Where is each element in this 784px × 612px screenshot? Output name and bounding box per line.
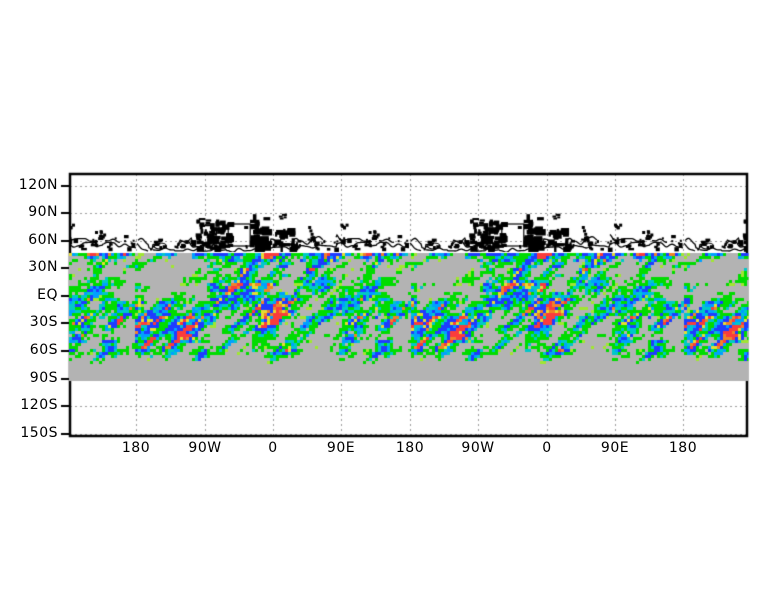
y-axis-tick-label: 120N [0, 178, 58, 193]
x-axis-tick-label: 0 [512, 441, 582, 456]
y-axis-tick-label: 30N [0, 260, 58, 275]
x-axis-tick-label: 180 [375, 441, 445, 456]
x-axis-tick-label: 90W [170, 441, 240, 456]
y-axis-tick-label: 90S [0, 371, 58, 386]
x-axis-tick-label: 90E [580, 441, 650, 456]
map-plot-canvas [0, 0, 784, 612]
grads-map-figure: 120N90N60N30NEQ30S60S90S120S150S 18090W0… [0, 0, 784, 612]
y-axis-tick-label: 60N [0, 233, 58, 248]
y-axis-tick-label: 150S [0, 426, 58, 441]
y-axis-tick-label: 120S [0, 398, 58, 413]
y-axis-tick-label: 30S [0, 315, 58, 330]
x-axis-tick-label: 180 [648, 441, 718, 456]
x-axis-tick-label: 180 [101, 441, 171, 456]
x-axis-tick-label: 90W [443, 441, 513, 456]
y-axis-tick-label: 60S [0, 343, 58, 358]
y-axis-tick-label: EQ [0, 288, 58, 303]
x-axis-tick-label: 90E [306, 441, 376, 456]
x-axis-tick-label: 0 [238, 441, 308, 456]
y-axis-tick-label: 90N [0, 205, 58, 220]
